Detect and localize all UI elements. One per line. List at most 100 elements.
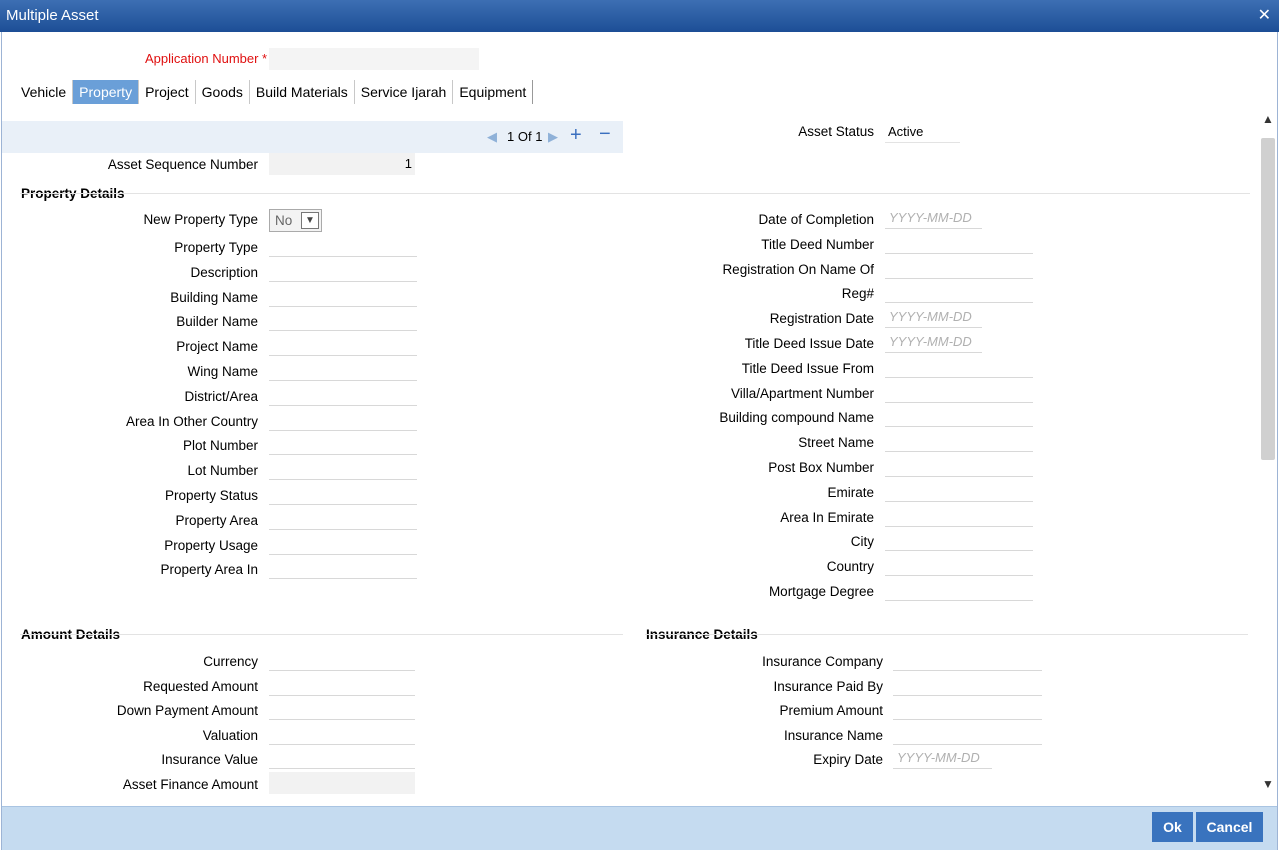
tab-service-ijarah[interactable]: Service Ijarah [355,80,454,104]
insurance-value-field[interactable] [269,747,415,770]
description-label: Description [190,264,258,280]
vertical-scrollbar[interactable]: ▲ ▼ [1259,112,1277,797]
title-deed-issue-date-field[interactable]: YYYY-MM-DD [885,331,982,353]
registration-date-label: Registration Date [769,311,874,327]
property-status-label: Property Status [164,488,258,503]
project-name-label: Project Name [176,339,258,355]
asset-finance-amount-label: Asset Finance Amount [122,777,258,792]
record-total: 1 [535,129,543,144]
district-area-field[interactable] [269,383,417,406]
down-payment-amount-field[interactable] [269,698,415,721]
date-of-completion-label: Date of Completion [758,212,874,227]
building-compound-name-label: Building compound Name [719,410,874,426]
add-record-icon[interactable]: + [570,124,582,147]
amount-details-divider [20,634,623,635]
requested-amount-field[interactable] [269,673,415,696]
premium-amount-field[interactable] [893,698,1042,721]
project-name-field[interactable] [269,334,417,357]
close-icon[interactable]: ✕ [1258,0,1271,32]
premium-amount-label: Premium Amount [779,703,883,719]
next-record-icon[interactable]: ▶ [548,129,558,145]
currency-label: Currency [203,654,258,669]
property-area-label: Property Area [175,512,258,528]
insurance-name-label: Insurance Name [783,727,883,743]
mortgage-degree-label: Mortgage Degree [768,584,874,599]
scroll-down-icon[interactable]: ▼ [1259,777,1277,797]
title-deed-number-field[interactable] [885,231,1033,254]
area-in-other-country-field[interactable] [269,408,417,431]
wing-name-field[interactable] [269,359,417,381]
property-type-label: Property Type [174,240,258,255]
record-counter: 1 Of 1 [507,129,542,144]
tab-goods[interactable]: Goods [196,80,250,104]
plot-number-field[interactable] [269,433,417,456]
builder-name-field[interactable] [269,309,417,332]
title-deed-issue-from-field[interactable] [885,355,1033,378]
tab-property[interactable]: Property [73,80,140,104]
asset-finance-amount-field [269,772,415,794]
new-property-type-select[interactable]: No ▼ [269,209,322,232]
insurance-company-field[interactable] [893,649,1042,671]
registration-on-name-of-field[interactable] [885,256,1033,279]
street-name-field[interactable] [885,430,1033,453]
currency-field[interactable] [269,649,415,671]
tab-vehicle[interactable]: Vehicle [15,80,74,104]
valuation-field[interactable] [269,722,415,745]
insurance-name-field[interactable] [893,722,1042,745]
plot-number-label: Plot Number [182,438,258,454]
property-area-in-field[interactable] [269,557,417,580]
lot-number-field[interactable] [269,458,417,481]
building-name-field[interactable] [269,284,417,307]
requested-amount-label: Requested Amount [143,678,258,694]
building-compound-name-field[interactable] [885,405,1033,428]
city-field[interactable] [885,529,1033,552]
asset-sequence-field: 1 [269,153,415,175]
asset-sequence-label: Asset Sequence Number [107,157,258,172]
asset-type-tabs: Vehicle Property Project Goods Build Mat… [15,80,534,105]
title-deed-number-label: Title Deed Number [761,236,874,252]
city-label: City [850,534,874,550]
chevron-down-icon: ▼ [301,212,319,229]
application-number-input[interactable] [269,48,479,70]
emirate-label: Emirate [827,484,874,500]
scroll-thumb[interactable] [1261,138,1275,460]
tab-equipment[interactable]: Equipment [453,80,534,104]
new-property-type-value: No [275,213,293,228]
footer-bar [2,806,1277,850]
insurance-paid-by-field[interactable] [893,673,1042,696]
area-in-emirate-field[interactable] [885,504,1033,527]
emirate-field[interactable] [885,479,1033,502]
down-payment-amount-label: Down Payment Amount [116,703,258,719]
wing-name-label: Wing Name [187,364,258,379]
property-status-field[interactable] [269,483,417,505]
property-area-field[interactable] [269,507,417,530]
tab-build-materials[interactable]: Build Materials [250,80,355,104]
property-type-field[interactable] [269,235,417,257]
new-property-type-label: New Property Type [143,212,258,227]
building-name-label: Building Name [170,289,258,305]
delete-record-icon[interactable]: − [599,123,611,146]
application-number-label: Application Number * [145,51,268,66]
tab-project[interactable]: Project [139,80,196,104]
record-current: 1 [507,129,515,144]
villa-apartment-number-label: Villa/Apartment Number [730,385,874,401]
cancel-button[interactable]: Cancel [1196,812,1263,842]
registration-date-field[interactable]: YYYY-MM-DD [885,306,982,329]
villa-apartment-number-field[interactable] [885,380,1033,403]
reg-field[interactable] [885,281,1033,304]
property-usage-field[interactable] [269,532,417,555]
post-box-number-field[interactable] [885,455,1033,477]
date-of-completion-field[interactable]: YYYY-MM-DD [885,207,982,229]
expiry-date-field[interactable]: YYYY-MM-DD [893,747,992,770]
mortgage-degree-field[interactable] [885,579,1033,601]
scroll-up-icon[interactable]: ▲ [1259,112,1277,132]
area-in-other-country-label: Area In Other Country [125,413,258,429]
title-deed-issue-from-label: Title Deed Issue From [741,360,874,376]
previous-record-icon[interactable]: ◀ [487,129,497,145]
description-field[interactable] [269,259,417,282]
insurance-value-label: Insurance Value [161,752,258,768]
insurance-paid-by-label: Insurance Paid By [773,678,883,694]
country-field[interactable] [885,554,1033,577]
ok-button[interactable]: Ok [1152,812,1193,842]
record-of-label: Of [517,129,532,144]
